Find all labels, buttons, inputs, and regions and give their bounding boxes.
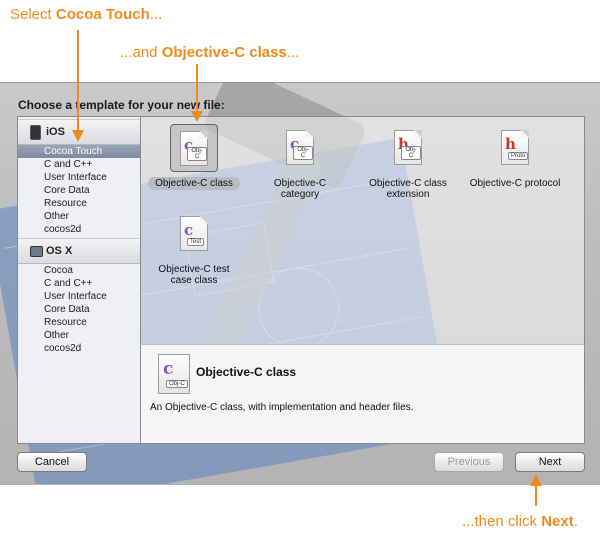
callout-text: .: [573, 513, 578, 530]
template-label: Objective-C category: [273, 178, 327, 200]
detail-description: An Objective-C class, with implementatio…: [150, 402, 414, 413]
sidebar-item-user-interface[interactable]: User Interface: [18, 171, 141, 184]
file-tag: Obj-C: [401, 146, 421, 160]
mac-monitor-icon: [30, 246, 43, 257]
sidebar-item-c-and-cpp[interactable]: C and C++: [18, 158, 141, 171]
sidebar-item-other[interactable]: Other: [18, 210, 141, 223]
callout-text: ...and: [120, 44, 162, 61]
template-detail-pane: [140, 344, 585, 444]
template-objective-c-category[interactable]: c Obj-C Objective-C category: [250, 124, 350, 204]
sidebar-item-core-data[interactable]: Core Data: [18, 184, 141, 197]
file-glyph: h: [505, 135, 516, 153]
tile-icon: h Obj-C: [384, 124, 432, 172]
file-glyph: c: [163, 359, 174, 379]
test-file-icon: c Test: [180, 216, 208, 251]
callout-click-next: ...then click Next.: [462, 513, 578, 530]
callout-select-cocoa-touch: Select Cocoa Touch...: [10, 6, 162, 23]
file-tag: Proto: [508, 152, 529, 160]
header-file-icon: h Obj-C: [394, 130, 422, 165]
dialog-prompt: Choose a template for your new file:: [18, 98, 225, 112]
sidebar-item-user-interface[interactable]: User Interface: [18, 290, 141, 303]
callout-text: ...then click: [462, 513, 542, 530]
file-glyph: c: [184, 221, 194, 239]
tile-icon: h Proto: [491, 124, 539, 172]
objc-file-icon: c Obj-C: [158, 354, 190, 394]
callout-objective-c-class: ...and Objective-C class...: [120, 44, 299, 61]
sidebar-item-cocoa-touch[interactable]: Cocoa Touch: [18, 145, 141, 158]
tile-highlight: c Obj-C: [170, 124, 218, 172]
template-label: Objective-C class extension: [369, 178, 447, 200]
sidebar-item-resource[interactable]: Resource: [18, 197, 141, 210]
sidebar-group-osx: OS X: [18, 238, 141, 264]
tile-icon: c Obj-C: [276, 124, 324, 172]
iphone-icon: [30, 125, 41, 140]
template-label: Objective-C test case class: [158, 264, 230, 286]
detail-title: Objective-C class: [196, 365, 297, 379]
template-objective-c-class[interactable]: c Obj-C Objective-C class: [142, 124, 246, 196]
previous-button[interactable]: Previous: [434, 452, 504, 472]
template-label: Objective-C class: [142, 177, 246, 190]
protocol-file-icon: h Proto: [501, 130, 529, 165]
sidebar-group-ios: iOS: [18, 119, 141, 145]
callout-emphasis: Cocoa Touch: [55, 6, 150, 23]
template-label: Objective-C protocol: [469, 178, 561, 189]
cancel-button[interactable]: Cancel: [17, 452, 87, 472]
callout-text: ...: [149, 6, 163, 23]
objc-file-icon: c Obj-C: [180, 131, 208, 166]
template-objective-c-test-case-class[interactable]: c Test Objective-C test case class: [144, 210, 244, 290]
template-objective-c-protocol[interactable]: h Proto Objective-C protocol: [462, 124, 568, 196]
template-category-sidebar: iOS Cocoa Touch C and C++ User Interface…: [17, 116, 141, 444]
next-button[interactable]: Next: [515, 452, 585, 472]
sidebar-item-cocos2d[interactable]: cocos2d: [18, 342, 141, 355]
template-objective-c-class-extension[interactable]: h Obj-C Objective-C class extension: [358, 124, 458, 204]
file-tag: Obj-C: [187, 147, 207, 161]
file-tag: Test: [187, 238, 205, 246]
callout-text: ...: [286, 44, 300, 61]
sidebar-group-label: iOS: [46, 126, 65, 138]
sidebar-item-c-and-cpp[interactable]: C and C++: [18, 277, 141, 290]
callout-emphasis: Objective-C class: [161, 44, 287, 61]
objc-category-file-icon: c Obj-C: [286, 130, 314, 165]
template-label-text: Objective-C class: [148, 177, 240, 190]
sidebar-item-other[interactable]: Other: [18, 329, 141, 342]
file-tag: Obj-C: [166, 380, 188, 388]
sidebar-item-core-data[interactable]: Core Data: [18, 303, 141, 316]
sidebar-group-label: OS X: [46, 245, 73, 257]
tile-icon: c Test: [170, 210, 218, 258]
callout-text: Select: [10, 6, 56, 23]
callout-emphasis: Next: [541, 513, 574, 530]
file-tag: Obj-C: [293, 146, 313, 160]
sidebar-item-cocoa[interactable]: Cocoa: [18, 264, 141, 277]
sidebar-item-resource[interactable]: Resource: [18, 316, 141, 329]
sidebar-item-cocos2d[interactable]: cocos2d: [18, 223, 141, 236]
